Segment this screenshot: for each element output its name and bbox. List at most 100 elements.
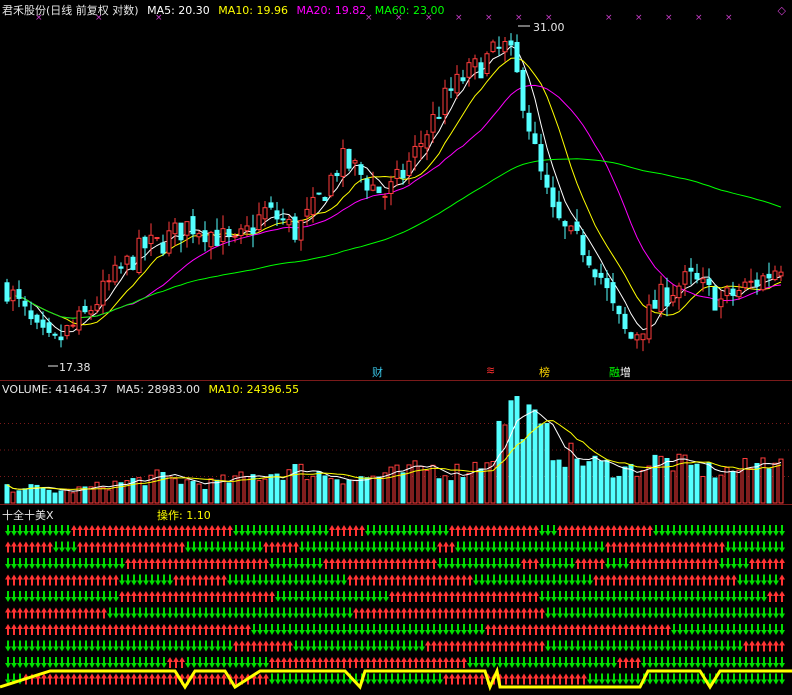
- volume-bar: [106, 489, 112, 504]
- down-arrow-icon: [191, 541, 197, 553]
- signal-panel[interactable]: 十全十美X 操作: 1.10: [0, 504, 792, 695]
- up-arrow-icon: [509, 624, 515, 635]
- volume-panel[interactable]: VOLUME: 41464.37 MA5: 28983.00 MA10: 243…: [0, 380, 792, 505]
- candle-body: [64, 325, 70, 337]
- up-arrow-icon: [173, 624, 179, 635]
- down-arrow-icon: [653, 607, 659, 619]
- down-arrow-icon: [641, 640, 647, 652]
- down-arrow-icon: [17, 657, 23, 668]
- down-arrow-icon: [731, 525, 737, 536]
- down-arrow-icon: [287, 558, 293, 569]
- down-arrow-icon: [671, 640, 677, 652]
- down-arrow-icon: [335, 640, 341, 652]
- down-arrow-icon: [683, 624, 689, 635]
- down-arrow-icon: [695, 624, 701, 635]
- down-arrow-icon: [671, 657, 677, 668]
- down-arrow-icon: [431, 541, 437, 553]
- down-arrow-icon: [653, 591, 659, 602]
- down-arrow-icon: [347, 624, 353, 635]
- down-arrow-icon: [527, 657, 533, 668]
- signal-x-marker: ×: [635, 13, 643, 23]
- down-arrow-icon: [335, 624, 341, 635]
- up-arrow-icon: [245, 558, 251, 569]
- up-arrow-icon: [647, 525, 653, 536]
- volume-bar: [262, 478, 268, 504]
- candle-body: [736, 289, 742, 298]
- down-arrow-icon: [719, 525, 725, 536]
- menu-diamond-icon[interactable]: ◇: [778, 4, 786, 17]
- down-arrow-icon: [497, 657, 503, 668]
- candle-body: [394, 168, 400, 179]
- candle-body: [418, 142, 424, 148]
- down-arrow-icon: [101, 640, 107, 652]
- down-arrow-icon: [719, 640, 725, 652]
- candle-body: [340, 148, 346, 177]
- up-arrow-icon: [599, 558, 605, 569]
- down-arrow-icon: [725, 640, 731, 652]
- down-arrow-icon: [227, 574, 233, 586]
- down-arrow-icon: [719, 607, 725, 619]
- up-arrow-icon: [5, 541, 11, 553]
- down-arrow-icon: [233, 607, 239, 619]
- candle-body: [172, 222, 178, 235]
- down-arrow-icon: [383, 640, 389, 652]
- up-arrow-icon: [101, 541, 107, 553]
- up-arrow-icon: [479, 525, 485, 536]
- up-arrow-icon: [179, 541, 185, 553]
- down-arrow-icon: [41, 558, 47, 569]
- up-arrow-icon: [233, 640, 239, 652]
- down-arrow-icon: [689, 640, 695, 652]
- up-arrow-icon: [551, 673, 557, 685]
- price-chart[interactable]: × × × × × × × × × × × × × × ×: [0, 0, 792, 380]
- down-arrow-icon: [29, 525, 35, 536]
- volume-bar: [460, 477, 466, 504]
- down-arrow-icon: [11, 657, 17, 668]
- up-arrow-icon: [617, 525, 623, 536]
- event-tag-list[interactable]: 榜: [539, 364, 550, 380]
- up-arrow-icon: [269, 591, 275, 602]
- signal-chart[interactable]: [0, 505, 792, 695]
- down-arrow-icon: [389, 525, 395, 536]
- down-arrow-icon: [623, 673, 629, 685]
- up-arrow-icon: [641, 624, 647, 635]
- down-arrow-icon: [299, 673, 305, 685]
- up-arrow-icon: [119, 591, 125, 602]
- down-arrow-icon: [161, 574, 167, 586]
- down-arrow-icon: [323, 640, 329, 652]
- event-tag-increase[interactable]: 增: [620, 364, 631, 380]
- up-arrow-icon: [623, 624, 629, 635]
- down-arrow-icon: [623, 607, 629, 619]
- down-arrow-icon: [311, 673, 317, 685]
- event-tag-finance[interactable]: 财: [372, 364, 383, 380]
- down-arrow-icon: [773, 607, 779, 619]
- candle-body: [622, 313, 628, 330]
- down-arrow-icon: [359, 640, 365, 652]
- down-arrow-icon: [419, 525, 425, 536]
- down-arrow-icon: [395, 624, 401, 635]
- up-arrow-icon: [179, 525, 185, 536]
- event-tag-wave[interactable]: ≋: [486, 364, 495, 377]
- volume-bar: [220, 474, 226, 504]
- up-arrow-icon: [185, 624, 191, 635]
- down-arrow-icon: [197, 607, 203, 619]
- down-arrow-icon: [305, 640, 311, 652]
- candle-body: [226, 229, 232, 237]
- up-arrow-icon: [413, 591, 419, 602]
- down-arrow-icon: [629, 640, 635, 652]
- down-arrow-icon: [725, 607, 731, 619]
- up-arrow-icon: [101, 574, 107, 586]
- event-tag-margin[interactable]: 融: [609, 364, 620, 380]
- up-arrow-icon: [125, 673, 131, 685]
- down-arrow-icon: [383, 591, 389, 602]
- down-arrow-icon: [485, 657, 491, 668]
- volume-chart[interactable]: [0, 381, 792, 505]
- down-arrow-icon: [311, 541, 317, 553]
- up-arrow-icon: [527, 525, 533, 536]
- down-arrow-icon: [449, 624, 455, 635]
- up-arrow-icon: [449, 591, 455, 602]
- price-panel[interactable]: × × × × × × × × × × × × × × × 君禾股份(日线 前复权 对数) MA5: 20.…: [0, 0, 792, 380]
- down-arrow-icon: [317, 673, 323, 685]
- up-arrow-icon: [113, 574, 119, 586]
- up-arrow-icon: [365, 574, 371, 586]
- down-arrow-icon: [323, 591, 329, 602]
